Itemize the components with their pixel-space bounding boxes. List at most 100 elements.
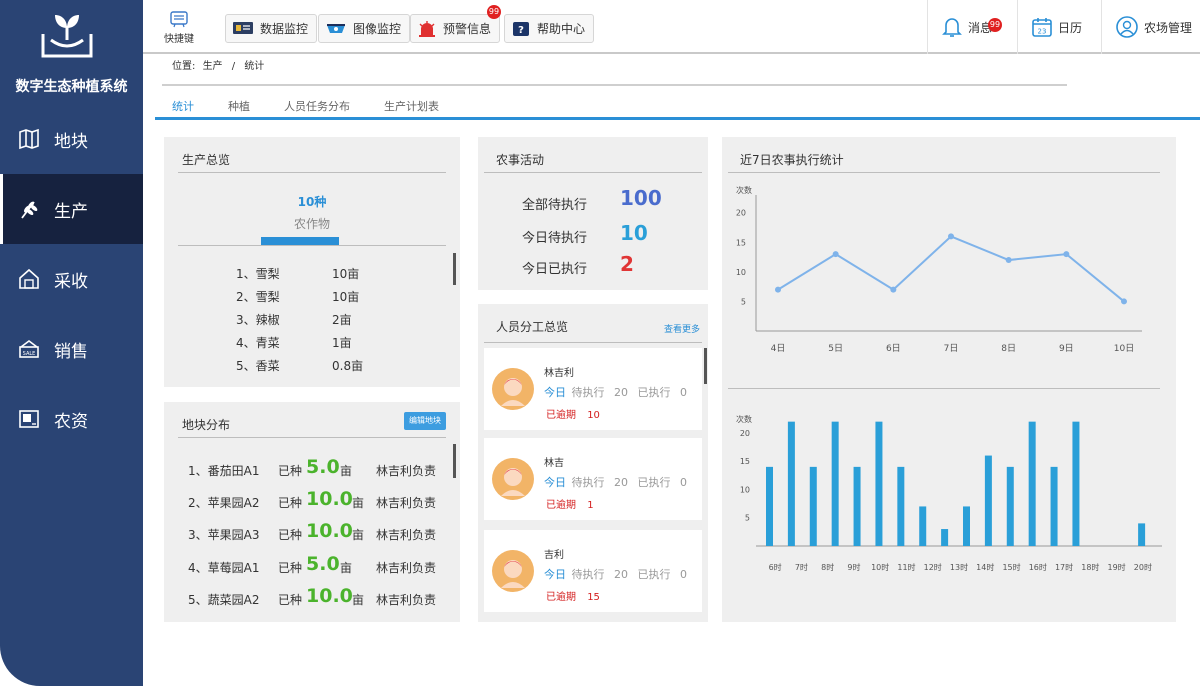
tab-statistics[interactable]: 统计 (172, 98, 194, 114)
calendar-day: 23 (1038, 28, 1047, 36)
production-overview-card: 生产总览 10种 农作物 1、雪梨 10亩 2、雪梨 10亩 3、辣椒 2亩 4… (164, 137, 460, 387)
field-name: 1、番茄田A1 (188, 464, 260, 478)
tab-production-plan[interactable]: 生产计划表 (384, 98, 439, 114)
overdue-label: 已逾期 (546, 500, 576, 511)
user-icon (1116, 16, 1138, 38)
divider (484, 342, 702, 343)
list-item-area: 10亩 (332, 267, 360, 281)
staff-overview-card: 人员分工总览 查看更多 林吉利 今日 待执行 20 已执行 0 已逾期 10 林… (478, 304, 708, 622)
done-label: 已执行 (637, 568, 671, 581)
activity-label: 今日待执行 (522, 231, 588, 246)
unit-label: 亩 (340, 464, 353, 478)
activity-label: 全部待执行 (522, 198, 588, 213)
data-point (890, 286, 897, 293)
keyboard-icon (170, 11, 188, 28)
bar (963, 506, 970, 546)
series-line (777, 235, 1125, 303)
sidebar-item-label: 生产 (54, 201, 88, 222)
edit-fields-button[interactable]: 编辑地块 (404, 412, 446, 430)
sidebar: 数字生态种植系统 地块 生产 采收 SALE 销售 农资 (0, 0, 143, 686)
overdue-count: 1 (587, 500, 594, 511)
tab-planting[interactable]: 种植 (228, 98, 250, 114)
data-monitor-label: 数据监控 (260, 22, 309, 36)
table-row: 4、草莓园A1 已种 5.0 亩 林吉利负责 (164, 553, 460, 583)
field-owner: 林吉利负责 (376, 496, 437, 510)
list-item[interactable]: 林吉 今日 待执行 20 已执行 0 已逾期 1 (484, 438, 702, 520)
list-item: 5、香菜 (236, 359, 280, 373)
activity-label: 今日已执行 (522, 262, 588, 277)
sidebar-item-label: 采收 (54, 271, 88, 292)
pending-label: 待执行 (571, 568, 605, 581)
y-axis-label: 次数 (736, 414, 752, 424)
field-area: 10.0 (306, 520, 353, 542)
tab-bar: 统计 种植 人员任务分布 生产计划表 (172, 98, 473, 114)
shortcut-button[interactable]: 快捷键 (157, 10, 201, 48)
messages-button[interactable]: 消息 99 (927, 0, 1017, 54)
y-tick-label: 20 (736, 209, 746, 218)
alarm-icon (419, 20, 435, 37)
tab-underline (155, 117, 1200, 120)
scrollbar-thumb[interactable] (453, 253, 456, 285)
tab-staff-tasks[interactable]: 人员任务分布 (284, 98, 350, 114)
sidebar-item-plots[interactable]: 地块 (0, 104, 143, 174)
field-area: 5.0 (306, 456, 340, 478)
list-item[interactable]: 吉利 今日 待执行 20 已执行 0 已逾期 15 (484, 530, 702, 612)
pending-label: 待执行 (571, 386, 605, 399)
unit-label: 亩 (352, 528, 365, 542)
list-item: 3、辣椒 (236, 313, 280, 327)
bar (941, 529, 949, 546)
harvest-icon (19, 268, 39, 289)
field-owner: 林吉利负责 (376, 464, 437, 478)
table-row: 3、苹果园A3 已种 10.0 亩 林吉利负责 (164, 520, 460, 550)
person-stats: 今日 待执行 20 已执行 0 (544, 566, 693, 582)
alert-info-button[interactable]: 预警信息 99 (410, 5, 502, 43)
table-row: 5、蔬菜园A2 已种 10.0 亩 林吉利负责 (164, 585, 460, 615)
breadcrumb-item[interactable]: 生产 (203, 61, 223, 72)
person-name: 林吉 (544, 458, 564, 469)
breadcrumb-prefix: 位置: (172, 61, 196, 72)
list-item[interactable]: 林吉利 今日 待执行 20 已执行 0 已逾期 10 (484, 348, 702, 430)
image-monitor-button[interactable]: 图像监控 (318, 14, 411, 43)
scrollbar-thumb[interactable] (704, 348, 707, 384)
messages-badge: 99 (988, 18, 1002, 32)
pending-label: 待执行 (571, 476, 605, 489)
bar (875, 421, 883, 546)
list-item-area: 2亩 (332, 313, 352, 327)
sidebar-item-supplies[interactable]: 农资 (0, 384, 143, 454)
user-menu[interactable]: 农场管理 (1101, 0, 1200, 54)
overdue-label: 已逾期 (546, 410, 576, 421)
data-point (832, 251, 839, 258)
help-center-button[interactable]: ? 帮助中心 (504, 14, 595, 43)
x-tick-label: 8时 (821, 562, 834, 572)
view-more-link[interactable]: 查看更多 (664, 322, 700, 335)
y-axis-label: 次数 (736, 185, 752, 195)
calendar-button[interactable]: 23 日历 (1017, 0, 1101, 54)
field-owner: 林吉利负责 (376, 528, 437, 542)
data-monitor-button[interactable]: 数据监控 (225, 14, 318, 43)
sidebar-item-sales[interactable]: SALE 销售 (0, 314, 143, 384)
sidebar-nav: 地块 生产 采收 SALE 销售 农资 (0, 104, 143, 454)
bar (1028, 421, 1036, 546)
x-tick-label: 6日 (886, 343, 901, 354)
breadcrumb-item: 统计 (244, 61, 265, 72)
y-tick-label: 5 (745, 514, 750, 523)
field-name: 3、苹果园A3 (188, 528, 260, 542)
bar (1138, 523, 1146, 546)
sidebar-item-production[interactable]: 生产 (0, 174, 143, 244)
person-name: 林吉利 (544, 368, 574, 379)
bar (919, 506, 927, 546)
crop-count-label: 农作物 (293, 217, 330, 231)
sidebar-item-harvest[interactable]: 采收 (0, 244, 143, 314)
camera-icon (327, 23, 345, 33)
y-tick-label: 10 (740, 485, 750, 494)
y-tick-label: 10 (736, 268, 746, 277)
x-tick-label: 18时 (1081, 562, 1099, 572)
bar (766, 466, 773, 546)
sidebar-item-label: 农资 (54, 411, 88, 432)
bell-icon (942, 18, 962, 37)
avatar (492, 550, 534, 592)
bar (984, 455, 992, 546)
logo: 数字生态种植系统 (0, 0, 143, 104)
field-owner: 林吉利负责 (376, 593, 437, 607)
x-tick-label: 10日 (1114, 343, 1134, 354)
